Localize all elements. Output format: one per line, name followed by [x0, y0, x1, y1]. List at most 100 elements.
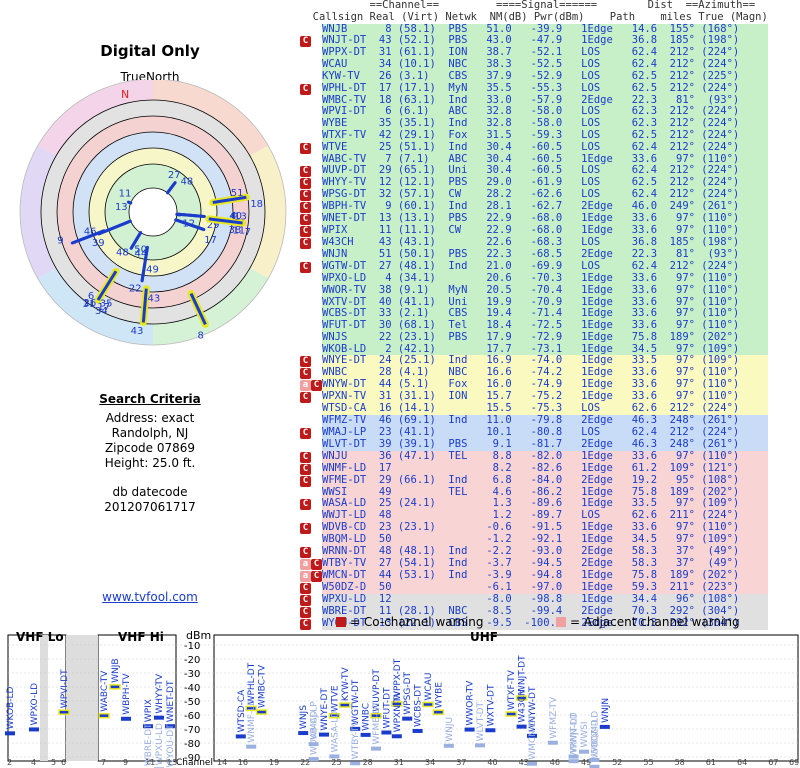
table-row[interactable]: a C WMCN-DT 44 (53.1) Ind -3.9 -94.8 1Edge… — [300, 569, 768, 582]
station-row-text: WPXU-LD 12 -8.0 -98.8 1Edge 34.4 96° (10… — [322, 593, 768, 606]
co-channel-warning-icon: C — [300, 202, 311, 214]
spectrum-x-tick: 69 — [789, 758, 799, 767]
table-row[interactable]: a C WTBY-TV 27 (54.1) Ind -3.7 -94.5 2Edge… — [300, 557, 768, 570]
station-row-text: WFMZ-TV 46 (69.1) Ind 11.0 -79.8 2Edge 4… — [322, 414, 768, 427]
co-channel-warning-icon: C — [300, 166, 311, 178]
spectrum-station-label: WPIX — [144, 699, 154, 722]
spectrum-station-label: W50DZ-D — [590, 719, 600, 763]
spectrum-y-tick: -50 — [184, 697, 200, 708]
polar-channel-label: 48 — [116, 248, 129, 259]
station-row-text: WNJU 36 (47.1) TEL 8.8 -82.0 1Edge 33.6 … — [322, 450, 768, 463]
spectrum-x-tick: 52 — [612, 758, 622, 767]
spectrum-y-tick: -20 — [184, 655, 200, 666]
table-row[interactable]: C WPHL-DT 17 (17.1) MyN 35.5 -55.3 LOS 62… — [300, 82, 768, 95]
table-row[interactable]: WFUT-DT 30 (68.1) Tel 18.4 -72.5 1Edge 3… — [300, 319, 768, 332]
table-row[interactable]: WFMZ-TV 46 (69.1) Ind 11.0 -79.8 2Edge 4… — [300, 414, 768, 427]
spectrum-station-label: WNJU — [445, 717, 455, 742]
co-channel-warning-icon: C — [300, 523, 311, 534]
spectrum-station-mark — [121, 716, 131, 721]
spectrum-station-label: WTXF-TV — [507, 669, 517, 710]
table-row[interactable]: C WTVE 25 (51.1) Ind 30.4 -60.5 LOS 62.4 … — [300, 141, 768, 154]
table-row[interactable]: WTXF-TV 42 (29.1) Fox 31.5 -59.3 LOS 62.… — [300, 129, 768, 142]
table-row[interactable]: WBQM-LD 50 -1.2 -92.1 1Edge 34.5 97° (10… — [300, 533, 768, 546]
table-row[interactable]: WNJS 22 (23.1) PBS 17.9 -72.9 1Edge 75.8… — [300, 331, 768, 344]
warning-cell — [300, 59, 322, 71]
polar-channel-label: 11 — [119, 189, 132, 200]
address-text: Address: exact — [105, 411, 195, 425]
spectrum-station-label: WPXO-LD — [30, 683, 40, 726]
table-row[interactable]: WCAU 34 (10.1) NBC 38.3 -52.5 LOS 62.4 2… — [300, 58, 768, 71]
station-row-text: WTVE 25 (51.1) Ind 30.4 -60.5 LOS 62.4 2… — [322, 141, 768, 154]
spectrum-station-mark — [29, 727, 39, 732]
polar-center — [128, 187, 178, 237]
co-channel-warning-icon: C — [300, 427, 311, 439]
table-row[interactable]: C WMAJ-LP 23 (41.1) 10.1 -80.8 LOS 62.4 2… — [300, 426, 768, 439]
spectrum-x-tick: 5 — [51, 758, 56, 767]
table-row[interactable]: C WFME-DT 29 (66.1) Ind 6.8 -84.0 2Edge 1… — [300, 474, 768, 487]
spectrum-station-mark — [109, 684, 121, 690]
warning-cell — [300, 249, 322, 261]
polar-channel-label: 6 — [88, 291, 94, 302]
warning-cell — [300, 534, 322, 546]
table-row[interactable]: WWOR-TV 38 (9.1) MyN 20.5 -70.4 1Edge 33… — [300, 284, 768, 297]
co-channel-warning-icon: C — [300, 392, 311, 404]
spectrum-x-tick: 19 — [269, 758, 279, 767]
station-row-text: WFME-DT 29 (66.1) Ind 6.8 -84.0 2Edge 19… — [322, 474, 768, 487]
co-channel-warning-icon: C — [300, 142, 311, 154]
spectrum-station-mark — [402, 716, 413, 721]
spectrum-station-label: WCAU — [424, 673, 434, 701]
table-row[interactable]: C WNMF-LD 17 8.2 -82.6 1Edge 61.2 109° (1… — [300, 462, 768, 475]
co-channel-warning-icon: C — [300, 451, 311, 463]
table-row[interactable]: WPXO-LD 4 (34.1) 20.6 -70.3 1Edge 33.6 9… — [300, 272, 768, 285]
spectrum-station-label: WDVB-CD — [310, 711, 320, 756]
warning-cell: aC — [300, 558, 322, 570]
co-channel-warning-icon: C — [311, 570, 322, 582]
table-row[interactable]: WYBE 35 (35.1) Ind 32.8 -58.0 LOS 62.3 2… — [300, 117, 768, 130]
table-row[interactable]: C WNJU 36 (47.1) TEL 8.8 -82.0 1Edge 33.6… — [300, 450, 768, 463]
table-row[interactable]: C W50DZ-D 50 -6.1 -97.0 1Edge 59.3 211° (… — [300, 581, 768, 594]
spectrum-station-label: WRNN-DT — [570, 712, 580, 757]
spectrum-station-label: WYBE — [434, 682, 444, 709]
co-channel-warning-icon: C — [300, 582, 311, 594]
spectrum-station-mark — [443, 743, 454, 748]
spectrum-station-label: WBPH-TV — [122, 673, 132, 715]
spectrum-station-mark — [350, 761, 361, 766]
spectrum-station-mark — [246, 744, 257, 749]
co-channel-warning-icon: C — [300, 178, 311, 190]
warning-cell — [300, 47, 322, 59]
warning-cell — [300, 71, 322, 83]
spectrum-chart: VHF Lo VHF Hi UHFdBm-10-20-30-40-50-60-70-… — [5, 615, 799, 768]
spectrum-x-tick: 61 — [706, 758, 716, 767]
tvfool-link[interactable]: www.tvfool.com — [0, 590, 300, 604]
spectrum-y-tick: -80 — [184, 739, 200, 750]
warning-cell — [300, 273, 322, 285]
adjacent-legend-icon — [556, 617, 566, 627]
spectrum-station-label: WPHL-DT — [247, 662, 257, 704]
table-row[interactable]: C WRNN-DT 48 (48.1) Ind -2.2 -93.0 2Edge … — [300, 545, 768, 558]
polar-channel-label: 9 — [57, 235, 63, 246]
table-row[interactable]: KYW-TV 26 (3.1) CBS 37.9 -52.9 LOS 62.5 … — [300, 70, 768, 83]
spectrum-station-mark — [579, 749, 589, 754]
datecode-label: db datecode — [112, 485, 188, 499]
polar-channel-label: 13 — [115, 202, 128, 213]
spectrum-station-label: WPXN-TV — [393, 690, 403, 732]
warning-cell: C — [300, 367, 322, 380]
spectrum-station-label: WNBC — [362, 703, 372, 731]
spectrum-station-label: WGTW-DT — [351, 679, 361, 725]
table-row[interactable]: C WPXU-LD 12 -8.0 -98.8 1Edge 34.4 96° (1… — [300, 593, 768, 606]
datecode-value: 201207061717 — [104, 500, 196, 514]
warning-cell: C — [300, 142, 322, 154]
spectrum-station-label: WXTV-DT — [486, 684, 496, 726]
spectrum-x-label: Channel — [176, 758, 213, 768]
spectrum-x-tick: 25 — [331, 758, 341, 767]
search-criteria-header: Search Criteria — [99, 392, 201, 406]
warning-cell — [300, 297, 322, 309]
spectrum-station-mark — [412, 728, 423, 733]
station-row-text: WYBE 35 (35.1) Ind 32.8 -58.0 LOS 62.3 2… — [322, 117, 768, 130]
warning-cell: C — [300, 475, 322, 487]
spectrum-y-tick: -10 — [184, 641, 200, 652]
spectrum-station-mark — [485, 728, 496, 733]
station-row-text: KYW-TV 26 (3.1) CBS 37.9 -52.9 LOS 62.5 … — [322, 70, 768, 83]
table-row[interactable]: WLVT-DT 39 (39.1) PBS 9.1 -81.7 2Edge 46… — [300, 438, 768, 451]
spectrum-station-mark — [5, 731, 15, 736]
